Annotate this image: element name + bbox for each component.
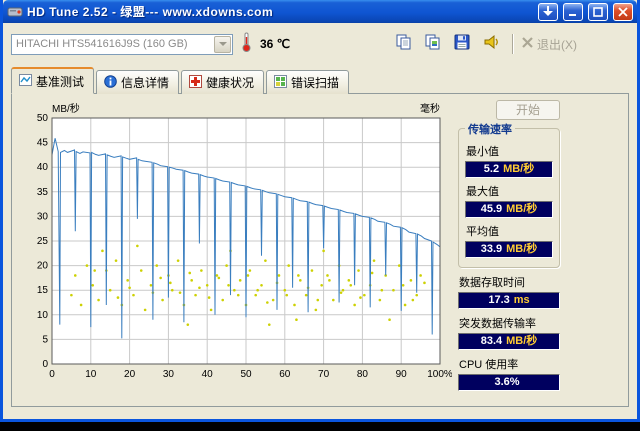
- desktop: HD Tune 2.52 - 绿盟--- www.xdowns.com HITA…: [0, 0, 640, 431]
- exit-x-icon: [522, 37, 533, 51]
- access-time-value: 17.3: [488, 294, 510, 306]
- svg-text:0: 0: [42, 359, 48, 370]
- svg-text:45: 45: [37, 138, 49, 149]
- tab-label: 健康状况: [206, 76, 255, 90]
- tab-info[interactable]: 信息详情: [96, 70, 180, 94]
- maximize-button[interactable]: [588, 2, 608, 21]
- tab-label: 基准测试: [36, 75, 85, 89]
- cpu-usage-label: CPU 使用率: [459, 359, 519, 371]
- transfer-rate-group-title: 传输速率: [465, 121, 515, 137]
- scan-grid-icon: [274, 74, 288, 91]
- svg-text:90: 90: [396, 369, 408, 380]
- access-time-unit: ms: [513, 294, 530, 306]
- svg-text:40: 40: [37, 162, 49, 173]
- svg-text:25: 25: [37, 236, 49, 247]
- svg-text:15: 15: [37, 285, 49, 296]
- save-screenshot-button[interactable]: [449, 32, 475, 56]
- max-label: 最大值: [466, 186, 499, 198]
- close-button[interactable]: [613, 2, 633, 21]
- min-label: 最小值: [466, 146, 499, 158]
- copy-image-button[interactable]: [420, 32, 446, 56]
- svg-text:50: 50: [37, 113, 49, 124]
- info-icon: [104, 74, 117, 91]
- cpu-usage-value: 3.6%: [494, 376, 520, 388]
- thermometer-icon: [241, 31, 252, 58]
- speaker-button[interactable]: [478, 32, 504, 56]
- svg-text:0: 0: [49, 369, 55, 380]
- benchmark-icon: [19, 74, 32, 89]
- svg-text:70: 70: [318, 369, 330, 380]
- toolbar-actions: 退出(X): [391, 32, 629, 56]
- svg-text:5: 5: [42, 334, 48, 345]
- toolbar: HITACHI HTS541616J9S (160 GB) 36 ℃ 退出(X): [3, 23, 637, 65]
- svg-text:毫秒: 毫秒: [420, 102, 440, 115]
- svg-text:35: 35: [37, 187, 49, 198]
- svg-text:80: 80: [357, 369, 369, 380]
- copy-text-button[interactable]: [391, 32, 417, 56]
- max-unit: MB/秒: [506, 203, 538, 215]
- min-value-readout: 5.2 MB/秒: [465, 161, 553, 178]
- speaker-icon: [482, 33, 500, 56]
- drive-select-value: HITACHI HTS541616J9S (160 GB): [16, 38, 188, 50]
- max-value-readout: 45.9 MB/秒: [465, 201, 553, 218]
- health-cross-icon: [189, 74, 203, 91]
- burst-rate-label: 突发数据传输率: [459, 318, 536, 330]
- svg-text:20: 20: [124, 369, 136, 380]
- svg-text:40: 40: [202, 369, 214, 380]
- drive-select[interactable]: HITACHI HTS541616J9S (160 GB): [11, 33, 233, 55]
- start-button[interactable]: 开始: [496, 100, 560, 120]
- exit-label: 退出(X): [537, 37, 577, 52]
- benchmark-chart: 0 5 10 15 20 25 30 35 40 45 50 0 10 20 30 40 50 60 70 80 90 1…: [37, 102, 452, 380]
- exit-button[interactable]: 退出(X): [522, 36, 577, 53]
- toolbar-separator: [512, 34, 514, 54]
- access-time-readout: 17.3 ms: [458, 292, 560, 309]
- svg-text:30: 30: [37, 211, 49, 222]
- tab-error-scan[interactable]: 错误扫描: [266, 70, 350, 94]
- temperature-value: 36 ℃: [260, 37, 291, 51]
- avg-value: 33.9: [480, 243, 503, 255]
- download-button[interactable]: [538, 2, 558, 21]
- tab-benchmark[interactable]: 基准测试: [11, 67, 95, 94]
- copy-text-icon: [395, 33, 413, 56]
- avg-unit: MB/秒: [506, 243, 538, 255]
- max-value: 45.9: [480, 203, 503, 215]
- svg-text:100%: 100%: [427, 369, 452, 380]
- svg-text:MB/秒: MB/秒: [52, 102, 80, 115]
- access-time-block: 数据存取时间 17.3 ms: [458, 274, 560, 309]
- svg-text:30: 30: [163, 369, 175, 380]
- save-icon: [453, 33, 471, 56]
- avg-label: 平均值: [466, 226, 499, 238]
- svg-text:10: 10: [37, 310, 49, 321]
- minimize-button[interactable]: [563, 2, 583, 21]
- avg-value-readout: 33.9 MB/秒: [465, 241, 553, 258]
- tab-health[interactable]: 健康状况: [181, 70, 265, 94]
- cpu-usage-block: CPU 使用率 3.6%: [458, 356, 560, 391]
- tab-bar: 基准测试 信息详情 健康状况 错误扫描: [3, 65, 637, 94]
- min-unit: MB/秒: [503, 163, 535, 175]
- titlebar[interactable]: HD Tune 2.52 - 绿盟--- www.xdowns.com: [3, 0, 637, 23]
- chevron-down-icon: [214, 35, 231, 53]
- benchmark-tab-panel: 0 5 10 15 20 25 30 35 40 45 50 0 10 20 30 40 50 60 70 80 90 1…: [11, 93, 629, 407]
- burst-rate-readout: 83.4 MB/秒: [458, 333, 560, 350]
- tab-label: 错误扫描: [291, 76, 340, 90]
- app-icon: [7, 4, 23, 20]
- svg-text:60: 60: [279, 369, 291, 380]
- hdtune-window: HD Tune 2.52 - 绿盟--- www.xdowns.com HITA…: [0, 0, 640, 422]
- burst-rate-value: 83.4: [480, 335, 503, 347]
- access-time-label: 数据存取时间: [459, 277, 525, 289]
- svg-text:50: 50: [240, 369, 252, 380]
- burst-rate-block: 突发数据传输率 83.4 MB/秒: [458, 315, 560, 350]
- min-value: 5.2: [483, 163, 500, 175]
- burst-rate-unit: MB/秒: [506, 335, 538, 347]
- svg-text:10: 10: [85, 369, 97, 380]
- transfer-rate-group: 传输速率 最小值 5.2 MB/秒 最大值 45.9 MB/秒 平均值 33.9 MB…: [458, 121, 560, 268]
- copy-image-icon: [424, 33, 442, 56]
- results-panel: 开始 传输速率 最小值 5.2 MB/秒 最大值 45.9 MB/秒 平均值 33.…: [458, 98, 560, 396]
- svg-text:20: 20: [37, 261, 49, 272]
- cpu-usage-readout: 3.6%: [458, 374, 560, 391]
- window-title: HD Tune 2.52 - 绿盟--- www.xdowns.com: [27, 5, 274, 19]
- tab-label: 信息详情: [121, 76, 170, 90]
